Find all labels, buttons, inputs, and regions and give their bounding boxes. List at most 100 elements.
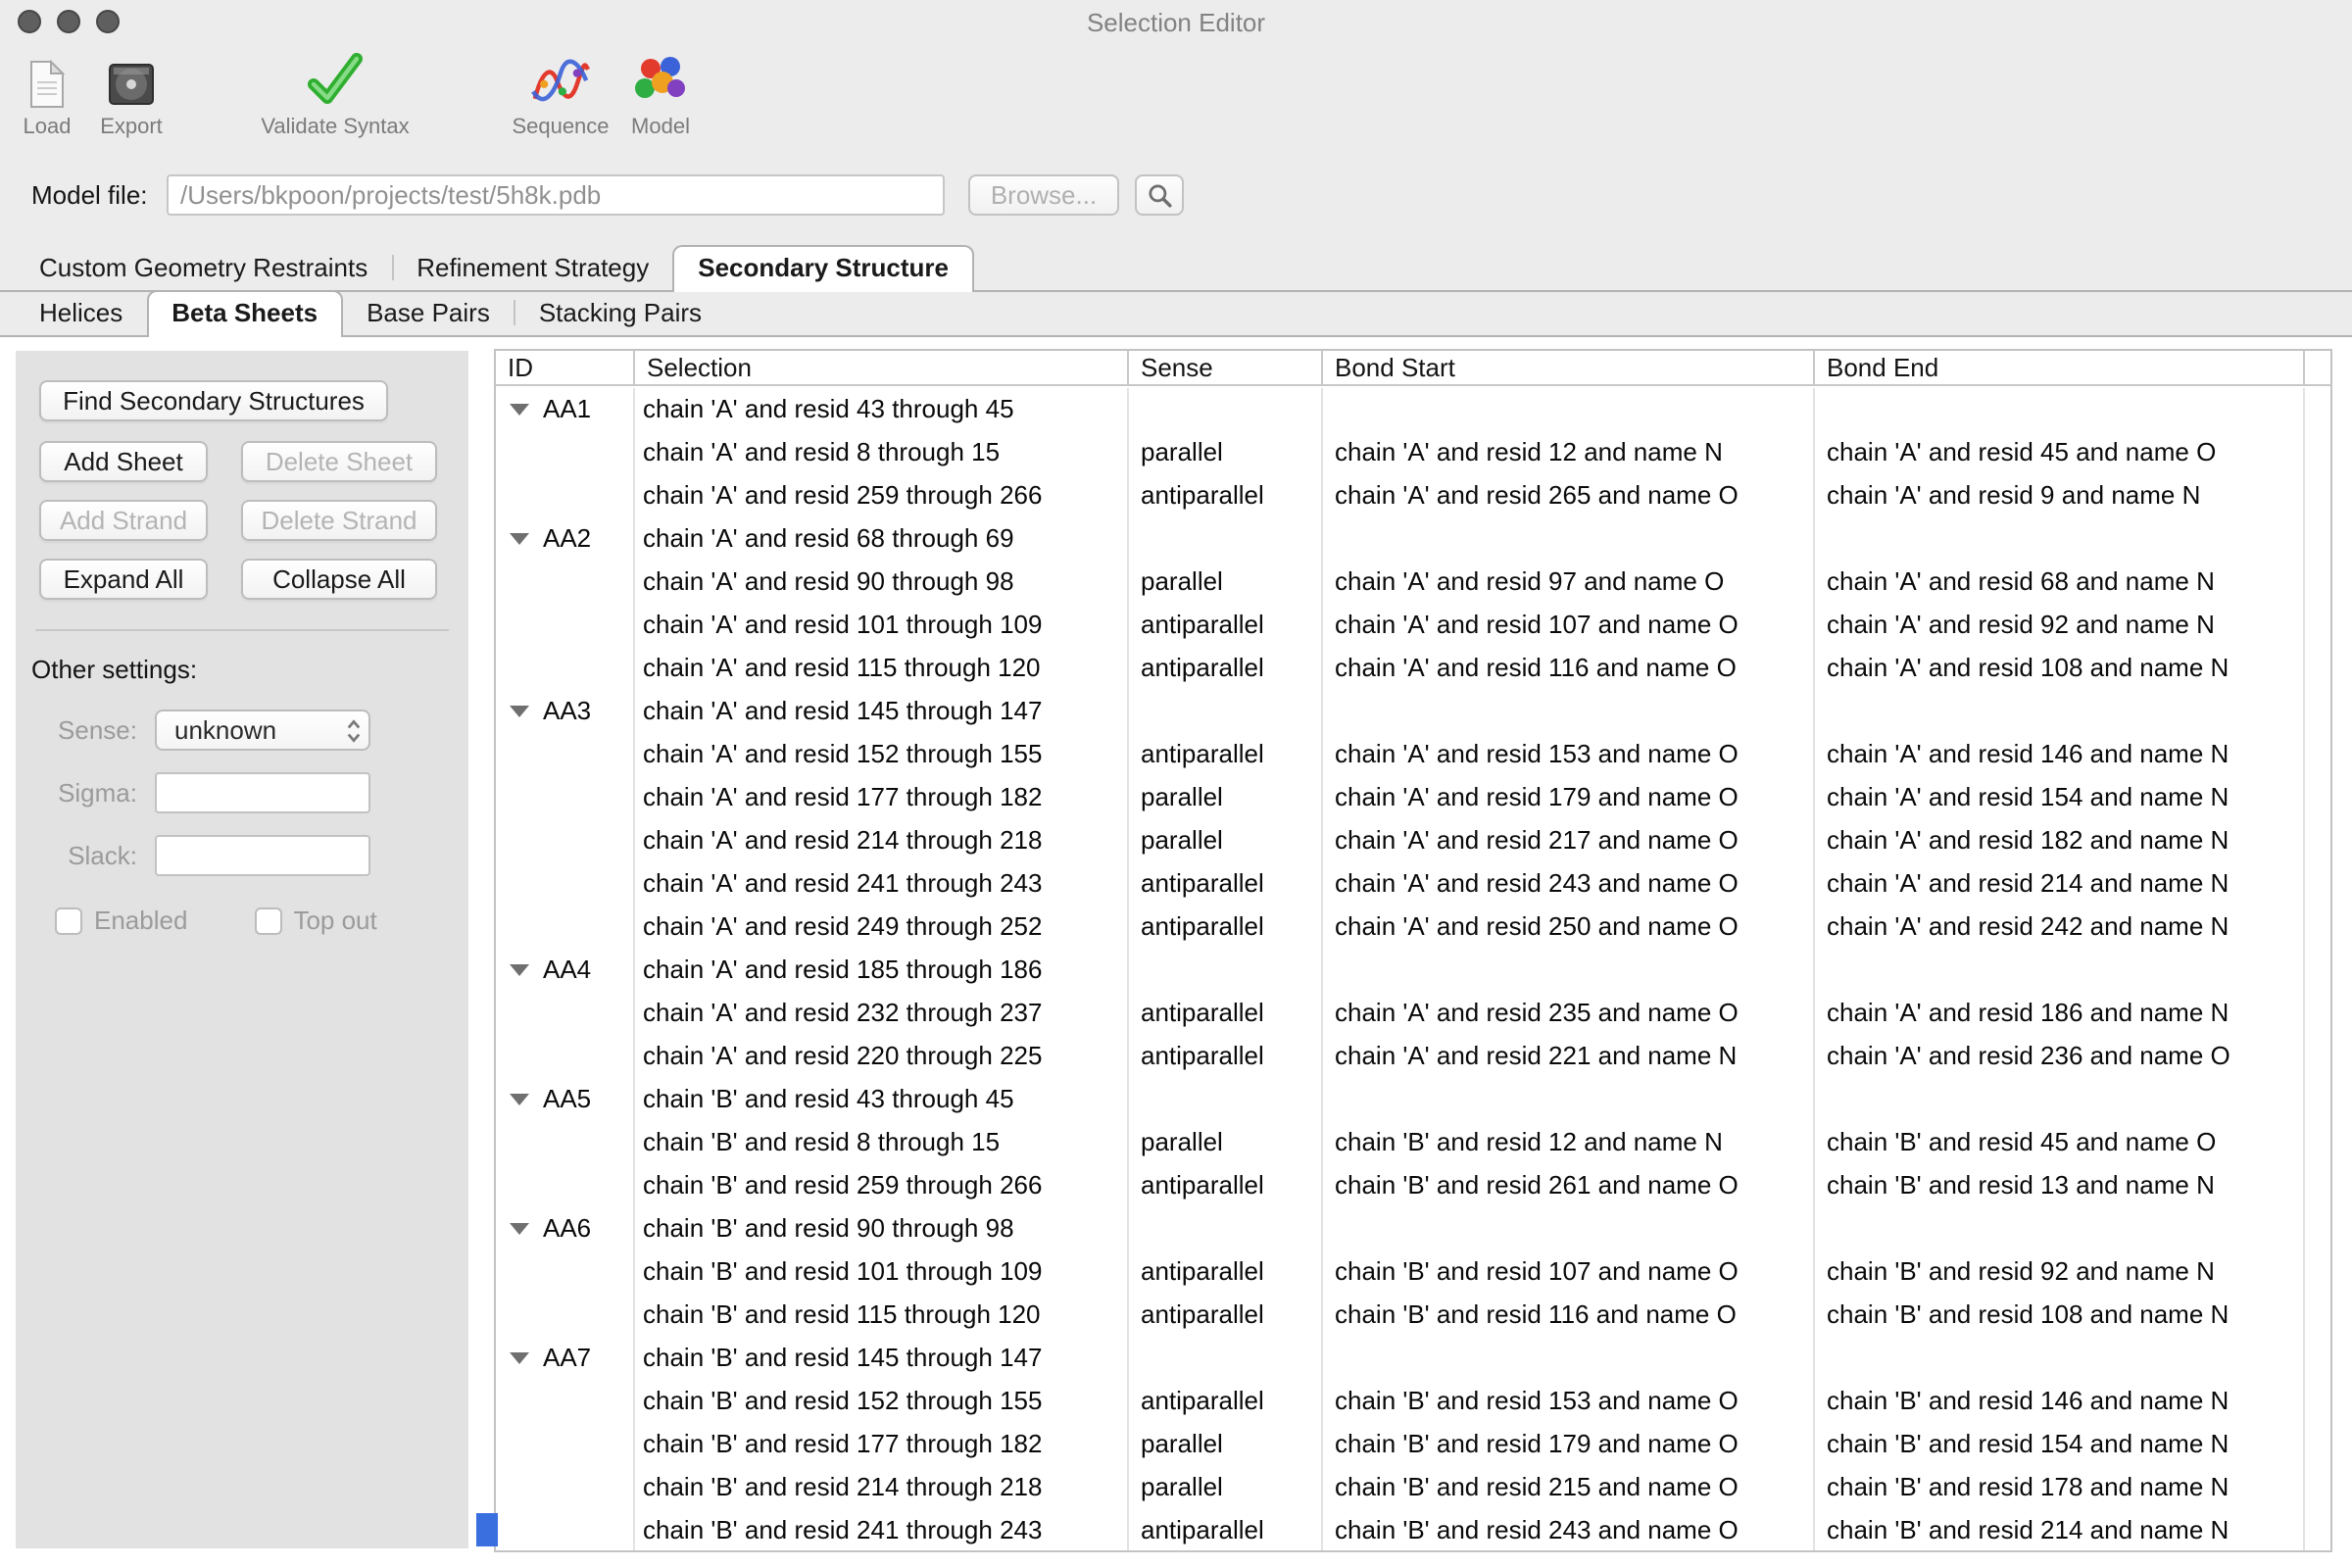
- model-button[interactable]: Model: [615, 47, 706, 139]
- table-row[interactable]: chain 'A' and resid 90 through 98 parall…: [496, 561, 2330, 604]
- sub-tab-bar: Helices Beta Sheets Base Pairs Stacking …: [0, 294, 2352, 337]
- green-checkmark-icon: [233, 47, 437, 110]
- cell-selection: chain 'B' and resid 152 through 155: [635, 1380, 1129, 1423]
- search-button[interactable]: [1135, 174, 1184, 216]
- table-row[interactable]: chain 'A' and resid 214 through 218 para…: [496, 819, 2330, 862]
- table-row[interactable]: chain 'B' and resid 177 through 182 para…: [496, 1423, 2330, 1466]
- add-strand-button[interactable]: Add Strand: [39, 500, 208, 541]
- tab-stacking-pairs[interactable]: Stacking Pairs: [515, 292, 725, 335]
- table-row[interactable]: chain 'B' and resid 101 through 109 anti…: [496, 1250, 2330, 1294]
- delete-strand-button[interactable]: Delete Strand: [241, 500, 437, 541]
- cell-id: [496, 862, 635, 906]
- table-row[interactable]: chain 'A' and resid 152 through 155 anti…: [496, 733, 2330, 776]
- cell-sense: [1129, 949, 1323, 992]
- cell-id: AA6: [496, 1207, 635, 1250]
- model-file-input[interactable]: [167, 174, 945, 216]
- tab-custom-geometry-restraints[interactable]: Custom Geometry Restraints: [16, 247, 391, 290]
- cell-bond-end: chain 'A' and resid 45 and name O: [1815, 431, 2305, 474]
- cell-bond-end: [1815, 1078, 2305, 1121]
- cell-sense: parallel: [1129, 431, 1323, 474]
- collapse-all-button[interactable]: Collapse All: [241, 559, 437, 600]
- cell-scrollbar-strip: [2305, 561, 2330, 604]
- tab-helices[interactable]: Helices: [16, 292, 146, 335]
- table-row[interactable]: chain 'A' and resid 259 through 266 anti…: [496, 474, 2330, 517]
- disclosure-triangle-icon[interactable]: [510, 706, 529, 717]
- table-row[interactable]: chain 'B' and resid 115 through 120 anti…: [496, 1294, 2330, 1337]
- cell-scrollbar-strip: [2305, 1164, 2330, 1207]
- disclosure-triangle-icon[interactable]: [510, 1094, 529, 1105]
- cell-scrollbar-strip: [2305, 431, 2330, 474]
- tab-beta-sheets[interactable]: Beta Sheets: [146, 290, 343, 337]
- table-row[interactable]: AA5 chain 'B' and resid 43 through 45: [496, 1078, 2330, 1121]
- cell-bond-start: [1323, 1207, 1815, 1250]
- disclosure-triangle-icon[interactable]: [510, 1223, 529, 1235]
- table-row[interactable]: AA1 chain 'A' and resid 43 through 45: [496, 388, 2330, 431]
- table-row[interactable]: chain 'B' and resid 8 through 15 paralle…: [496, 1121, 2330, 1164]
- cell-id: [496, 992, 635, 1035]
- table-row[interactable]: chain 'A' and resid 8 through 15 paralle…: [496, 431, 2330, 474]
- table-row[interactable]: chain 'A' and resid 101 through 109 anti…: [496, 604, 2330, 647]
- table-row[interactable]: chain 'B' and resid 214 through 218 para…: [496, 1466, 2330, 1509]
- table-row[interactable]: AA2 chain 'A' and resid 68 through 69: [496, 517, 2330, 561]
- cell-bond-end: chain 'A' and resid 108 and name N: [1815, 647, 2305, 690]
- cell-scrollbar-strip: [2305, 517, 2330, 561]
- disclosure-triangle-icon[interactable]: [510, 1352, 529, 1364]
- enabled-checkbox[interactable]: [55, 906, 82, 934]
- cell-scrollbar-strip: [2305, 1035, 2330, 1078]
- table-row[interactable]: AA6 chain 'B' and resid 90 through 98: [496, 1207, 2330, 1250]
- table-row[interactable]: chain 'A' and resid 232 through 237 anti…: [496, 992, 2330, 1035]
- cell-selection: chain 'A' and resid 259 through 266: [635, 474, 1129, 517]
- cell-sense: [1129, 1337, 1323, 1380]
- delete-sheet-button[interactable]: Delete Sheet: [241, 441, 437, 482]
- cell-id: [496, 1423, 635, 1466]
- cell-bond-start: [1323, 1337, 1815, 1380]
- cell-sense: antiparallel: [1129, 906, 1323, 949]
- cell-bond-start: chain 'B' and resid 107 and name O: [1323, 1250, 1815, 1294]
- cell-bond-start: chain 'B' and resid 179 and name O: [1323, 1423, 1815, 1466]
- disclosure-triangle-icon[interactable]: [510, 404, 529, 416]
- cell-bond-start: [1323, 1078, 1815, 1121]
- cell-scrollbar-strip: [2305, 819, 2330, 862]
- column-header-bond-end: Bond End: [1815, 351, 2305, 384]
- table-row[interactable]: chain 'B' and resid 241 through 243 anti…: [496, 1509, 2330, 1550]
- cell-bond-start: chain 'A' and resid 116 and name O: [1323, 647, 1815, 690]
- load-button[interactable]: Load: [8, 47, 86, 139]
- table-row[interactable]: chain 'A' and resid 241 through 243 anti…: [496, 862, 2330, 906]
- sigma-label: Sigma:: [16, 778, 137, 808]
- cell-bond-start: chain 'A' and resid 235 and name O: [1323, 992, 1815, 1035]
- table-row[interactable]: chain 'A' and resid 249 through 252 anti…: [496, 906, 2330, 949]
- cell-id: [496, 431, 635, 474]
- disclosure-triangle-icon[interactable]: [510, 964, 529, 976]
- tab-refinement-strategy[interactable]: Refinement Strategy: [393, 247, 672, 290]
- find-secondary-structures-button[interactable]: Find Secondary Structures: [39, 380, 388, 421]
- cell-bond-start: chain 'A' and resid 179 and name O: [1323, 776, 1815, 819]
- table-row[interactable]: chain 'A' and resid 115 through 120 anti…: [496, 647, 2330, 690]
- validate-syntax-button[interactable]: Validate Syntax: [233, 47, 437, 139]
- table-row[interactable]: chain 'A' and resid 220 through 225 anti…: [496, 1035, 2330, 1078]
- expand-all-button[interactable]: Expand All: [39, 559, 208, 600]
- cell-bond-end: chain 'B' and resid 13 and name N: [1815, 1164, 2305, 1207]
- top-out-checkbox[interactable]: [254, 906, 281, 934]
- toolbar: Load Export Validate Syntax: [0, 43, 2352, 157]
- table-row[interactable]: chain 'A' and resid 177 through 182 para…: [496, 776, 2330, 819]
- table-row[interactable]: AA7 chain 'B' and resid 145 through 147: [496, 1337, 2330, 1380]
- cell-id: [496, 1380, 635, 1423]
- table-row[interactable]: AA4 chain 'A' and resid 185 through 186: [496, 949, 2330, 992]
- table-row[interactable]: chain 'B' and resid 259 through 266 anti…: [496, 1164, 2330, 1207]
- sequence-button[interactable]: Sequence: [502, 47, 619, 139]
- table-row[interactable]: AA3 chain 'A' and resid 145 through 147: [496, 690, 2330, 733]
- cell-id: AA4: [496, 949, 635, 992]
- disclosure-triangle-icon[interactable]: [510, 533, 529, 545]
- add-sheet-button[interactable]: Add Sheet: [39, 441, 208, 482]
- tab-base-pairs[interactable]: Base Pairs: [343, 292, 514, 335]
- sigma-input[interactable]: [155, 772, 370, 813]
- titlebar: Selection Editor: [0, 0, 2352, 43]
- slack-input[interactable]: [155, 835, 370, 876]
- tab-secondary-structure[interactable]: Secondary Structure: [672, 245, 974, 292]
- column-header-sense: Sense: [1129, 351, 1323, 384]
- sense-dropdown[interactable]: unknown: [155, 710, 370, 751]
- export-button[interactable]: Export: [88, 47, 174, 139]
- browse-button[interactable]: Browse...: [968, 174, 1119, 216]
- cell-id-text: AA6: [543, 1207, 591, 1250]
- table-row[interactable]: chain 'B' and resid 152 through 155 anti…: [496, 1380, 2330, 1423]
